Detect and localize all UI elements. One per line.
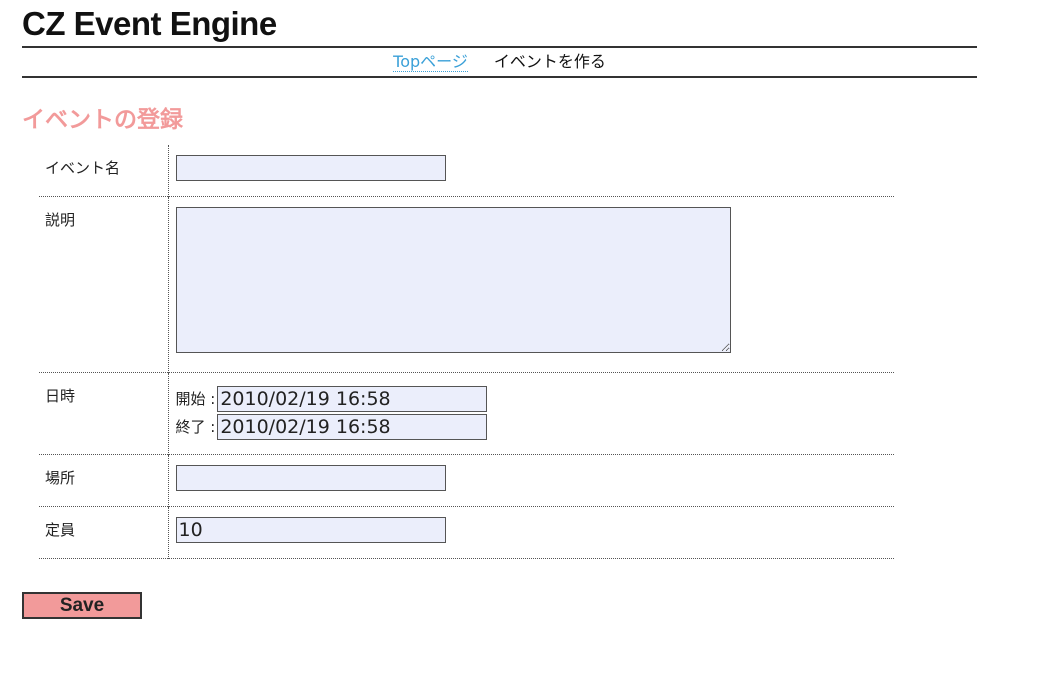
name-label: イベント名 [39, 145, 169, 196]
description-textarea[interactable] [175, 206, 731, 353]
form-row-name: イベント名 [39, 145, 894, 196]
description-field-cell [168, 196, 894, 372]
form-row-description: 説明 [39, 196, 894, 372]
form-row-datetime: 日時 開始 : 終了 : [39, 372, 894, 454]
form-row-place: 場所 [39, 454, 894, 506]
start-row: 開始 : [176, 385, 895, 413]
start-label: 開始 : [175, 390, 216, 408]
name-field-cell [168, 145, 894, 196]
event-form-table: イベント名 説明 日時 開始 : 終了 : [39, 145, 894, 559]
start-datetime-input[interactable] [217, 385, 488, 412]
end-label: 終了 : [175, 418, 216, 436]
capacity-field-cell [168, 506, 894, 558]
nav-current-page: イベントを作る [493, 52, 606, 71]
description-label: 説明 [39, 196, 169, 372]
place-field-cell [168, 454, 894, 506]
nav-bar: Topページ イベントを作る [22, 46, 977, 78]
save-button[interactable]: Save [22, 592, 142, 619]
page-container: CZ Event Engine Topページ イベントを作る イベントの登録 イベ… [22, 0, 977, 559]
capacity-input[interactable] [175, 516, 446, 543]
capacity-label: 定員 [39, 506, 169, 558]
datetime-field-cell: 開始 : 終了 : [168, 372, 894, 454]
place-input[interactable] [175, 464, 446, 491]
nav-top-link[interactable]: Topページ [393, 52, 468, 72]
end-datetime-input[interactable] [217, 413, 488, 440]
event-name-input[interactable] [175, 155, 446, 181]
end-row: 終了 : [176, 413, 895, 441]
place-label: 場所 [39, 454, 169, 506]
site-title: CZ Event Engine [22, 5, 277, 42]
form-row-capacity: 定員 [39, 506, 894, 558]
section-title: イベントの登録 [22, 107, 183, 133]
datetime-label: 日時 [39, 372, 169, 454]
